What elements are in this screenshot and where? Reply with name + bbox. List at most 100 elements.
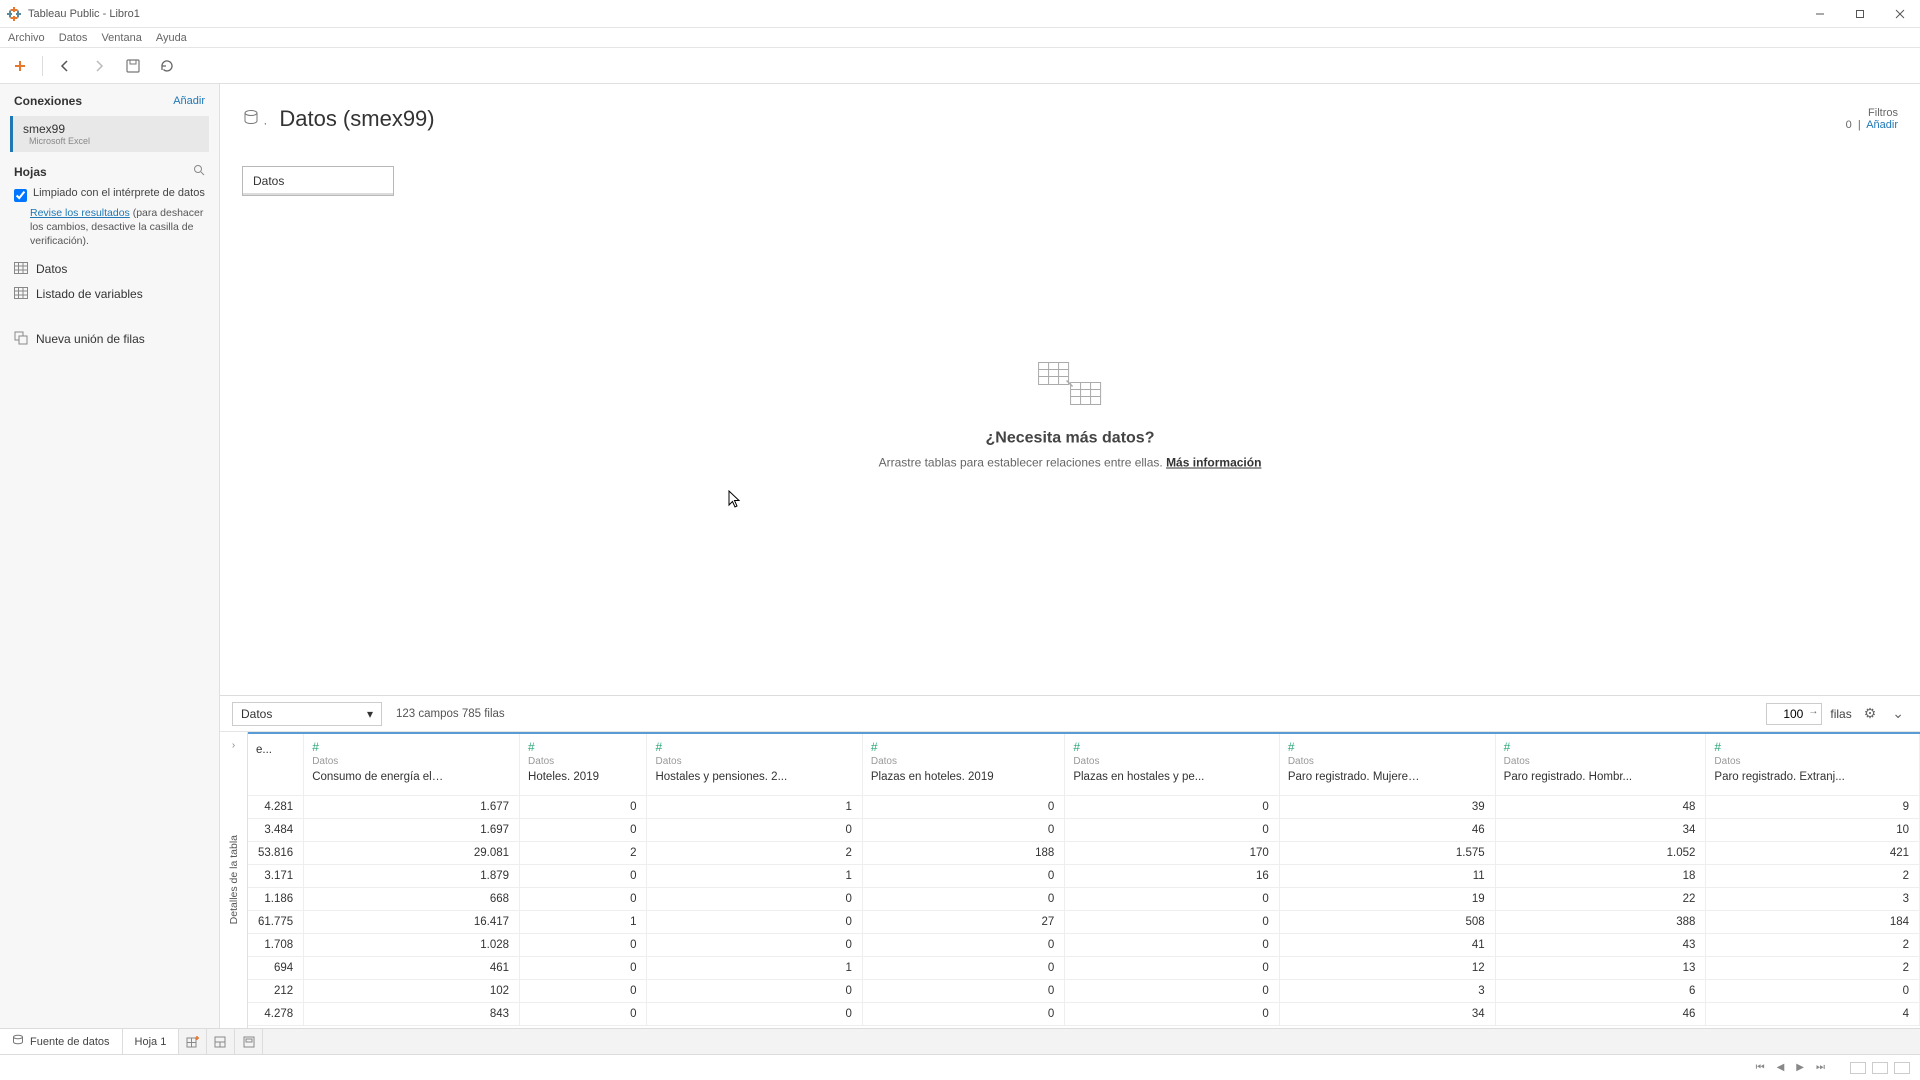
cell[interactable]: 61.775 [248, 910, 304, 933]
new-story-button[interactable] [235, 1029, 263, 1054]
cell[interactable]: 18 [1495, 864, 1706, 887]
cell[interactable]: 0 [647, 933, 862, 956]
datasource-title[interactable]: Datos (smex99) [279, 106, 434, 132]
cell[interactable]: 1.708 [248, 933, 304, 956]
cell[interactable]: 102 [304, 979, 520, 1002]
cell[interactable]: 1 [647, 956, 862, 979]
save-button[interactable] [121, 54, 145, 78]
cell[interactable]: 34 [1279, 1002, 1495, 1025]
view-mode-2-icon[interactable] [1872, 1062, 1888, 1074]
cell[interactable]: 2 [1706, 956, 1920, 979]
cell[interactable]: 1 [647, 795, 862, 818]
cell[interactable]: 13 [1495, 956, 1706, 979]
cell[interactable]: 4.281 [248, 795, 304, 818]
cell[interactable]: 48 [1495, 795, 1706, 818]
column-header[interactable]: #DatosPlazas en hoteles. 2019 [862, 733, 1064, 795]
table-row[interactable]: 694461010012132 [248, 956, 1920, 979]
cell[interactable]: 0 [1065, 795, 1279, 818]
cell[interactable]: 9 [1706, 795, 1920, 818]
tableau-start-icon[interactable] [8, 54, 32, 78]
cell[interactable]: 0 [862, 979, 1064, 1002]
cell[interactable]: 46 [1279, 818, 1495, 841]
tab-sheet1[interactable]: Hoja 1 [123, 1029, 180, 1054]
cell[interactable]: 3.484 [248, 818, 304, 841]
cell[interactable]: 0 [1065, 933, 1279, 956]
cell[interactable]: 0 [862, 818, 1064, 841]
cell[interactable]: 184 [1706, 910, 1920, 933]
cell[interactable]: 1.186 [248, 887, 304, 910]
menu-file[interactable]: Archivo [8, 32, 45, 44]
close-button[interactable] [1880, 0, 1920, 28]
cell[interactable]: 0 [520, 795, 647, 818]
table-row[interactable]: 3.1711.8790101611182 [248, 864, 1920, 887]
cell[interactable]: 43 [1495, 933, 1706, 956]
cell[interactable]: 188 [862, 841, 1064, 864]
cell[interactable]: 0 [520, 979, 647, 1002]
cell[interactable]: 0 [1065, 887, 1279, 910]
search-icon[interactable] [193, 164, 205, 179]
cell[interactable]: 0 [862, 956, 1064, 979]
add-filter-link[interactable]: Añadir [1866, 119, 1898, 131]
forward-button[interactable] [87, 54, 111, 78]
sheet-item-datos[interactable]: Datos [0, 257, 219, 282]
cell[interactable]: 1 [647, 864, 862, 887]
more-info-link[interactable]: Más información [1166, 455, 1261, 469]
table-row[interactable]: 2121020000360 [248, 979, 1920, 1002]
cell[interactable]: 27 [862, 910, 1064, 933]
cell[interactable]: 170 [1065, 841, 1279, 864]
new-worksheet-button[interactable] [179, 1029, 207, 1054]
refresh-button[interactable] [155, 54, 179, 78]
cell[interactable]: 46 [1495, 1002, 1706, 1025]
data-interpreter-checkbox[interactable]: Limpiado con el intérprete de datos [0, 183, 219, 206]
column-header[interactable]: #DatosParo registrado. Mujeres... [1279, 733, 1495, 795]
cell[interactable]: 421 [1706, 841, 1920, 864]
cell[interactable]: 0 [862, 933, 1064, 956]
cell[interactable]: 0 [520, 1002, 647, 1025]
cell[interactable]: 2 [520, 841, 647, 864]
cell[interactable]: 0 [520, 956, 647, 979]
view-mode-1-icon[interactable] [1850, 1062, 1866, 1074]
back-button[interactable] [53, 54, 77, 78]
cell[interactable]: 1.879 [304, 864, 520, 887]
first-page-icon[interactable]: ⏮ [1753, 1062, 1768, 1073]
cell[interactable]: 0 [862, 1002, 1064, 1025]
cell[interactable]: 3 [1279, 979, 1495, 1002]
table-pill[interactable]: Datos [242, 166, 394, 196]
next-page-icon[interactable]: ▶ [1793, 1062, 1807, 1073]
cell[interactable]: 29.081 [304, 841, 520, 864]
new-union-item[interactable]: Nueva unión de filas [0, 325, 219, 354]
cell[interactable]: 212 [248, 979, 304, 1002]
cell[interactable]: 4.278 [248, 1002, 304, 1025]
review-results-link[interactable]: Revise los resultados [30, 207, 130, 219]
interpreter-checkbox-input[interactable] [14, 189, 27, 202]
cell[interactable]: 53.816 [248, 841, 304, 864]
view-mode-3-icon[interactable] [1894, 1062, 1910, 1074]
menu-window[interactable]: Ventana [101, 32, 141, 44]
cell[interactable]: 0 [647, 910, 862, 933]
cell[interactable]: 1.697 [304, 818, 520, 841]
cell[interactable]: 2 [1706, 864, 1920, 887]
cell[interactable]: 694 [248, 956, 304, 979]
column-header[interactable]: #DatosParo registrado. Hombr... [1495, 733, 1706, 795]
connection-item[interactable]: smex99 Microsoft Excel [10, 116, 209, 152]
cell[interactable]: 16 [1065, 864, 1279, 887]
cell[interactable]: 0 [647, 979, 862, 1002]
table-row[interactable]: 61.77516.41710270508388184 [248, 910, 1920, 933]
cell[interactable]: 19 [1279, 887, 1495, 910]
cell[interactable]: 41 [1279, 933, 1495, 956]
cell[interactable]: 0 [647, 1002, 862, 1025]
cell[interactable]: 0 [647, 887, 862, 910]
table-row[interactable]: 4.278843000034464 [248, 1002, 1920, 1025]
cell[interactable]: 0 [1065, 956, 1279, 979]
gear-icon[interactable]: ⚙ [1860, 705, 1881, 722]
canvas-body[interactable]: Datos ¿Necesita más datos? Arrastre tabl… [220, 154, 1920, 695]
cell[interactable]: 0 [520, 864, 647, 887]
cell[interactable]: 388 [1495, 910, 1706, 933]
cell[interactable]: 0 [1706, 979, 1920, 1002]
cell[interactable]: 0 [520, 818, 647, 841]
cell[interactable]: 0 [520, 887, 647, 910]
cell[interactable]: 1.575 [1279, 841, 1495, 864]
menu-data[interactable]: Datos [59, 32, 88, 44]
column-header[interactable]: #DatosPlazas en hostales y pe... [1065, 733, 1279, 795]
cell[interactable]: 10 [1706, 818, 1920, 841]
